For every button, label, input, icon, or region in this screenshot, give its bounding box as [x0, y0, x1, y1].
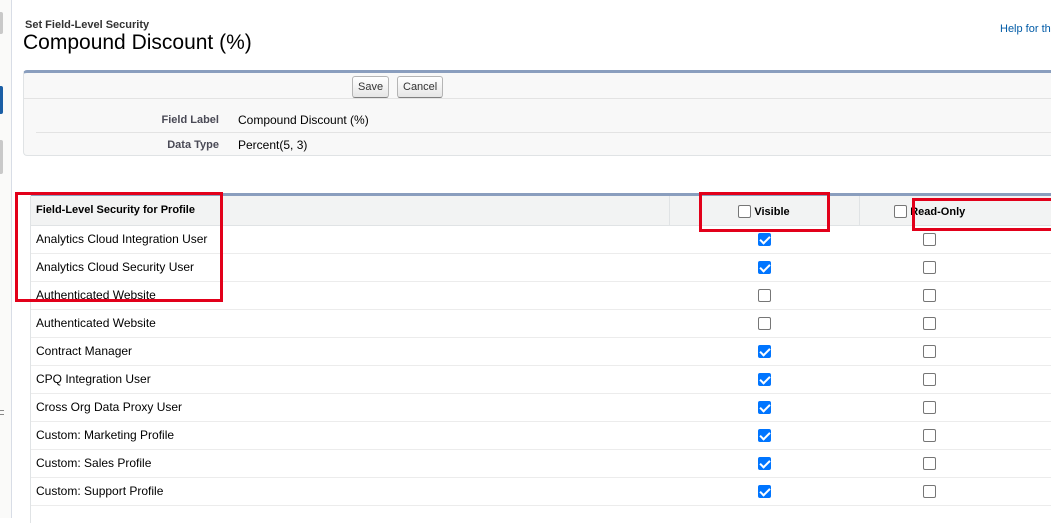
read-only-select-all-checkbox[interactable] [894, 205, 908, 219]
save-button[interactable]: Save [352, 76, 390, 98]
read-only-cell [859, 225, 1051, 254]
sidebar-tick [0, 410, 4, 411]
read-only-cell [859, 449, 1051, 478]
sidebar-tick [0, 414, 4, 415]
field-label-row: Field Label Compound Discount (%) [36, 108, 1051, 133]
field-label-key: Field Label [161, 114, 219, 126]
visible-select-all-checkbox[interactable] [738, 205, 752, 219]
read-only-cell [859, 337, 1051, 366]
help-link[interactable]: Help for thi [1000, 23, 1051, 35]
field-label-value: Compound Discount (%) [238, 113, 369, 127]
profile-name: Cross Org Data Proxy User [31, 393, 669, 422]
table-row: Custom: Sales Profile [31, 449, 1051, 478]
field-level-security-table: Field-Level Security for Profile Visible… [31, 196, 1051, 506]
profile-name: Authenticated Website [31, 281, 669, 310]
read-only-cell [859, 365, 1051, 394]
table-row: Contract Manager [31, 337, 1051, 366]
table-row: Authenticated Website [31, 309, 1051, 338]
read-only-checkbox[interactable] [923, 457, 937, 471]
visible-cell [669, 477, 859, 506]
sidebar-tab-handle[interactable] [0, 12, 3, 34]
read-only-checkbox[interactable] [923, 429, 937, 443]
visible-cell [669, 281, 859, 310]
visible-cell [669, 393, 859, 422]
visible-cell [669, 421, 859, 450]
read-only-checkbox[interactable] [923, 233, 937, 247]
field-level-security-section: Field-Level Security for Profile Visible… [30, 193, 1051, 523]
table-row: Cross Org Data Proxy User [31, 393, 1051, 422]
cancel-button[interactable]: Cancel [397, 76, 444, 98]
read-only-cell [859, 393, 1051, 422]
visible-checkbox[interactable] [757, 485, 771, 499]
read-only-column-label: Read-Only [910, 206, 966, 219]
visible-cell [669, 253, 859, 282]
page-subtitle: Set Field-Level Security [25, 19, 150, 31]
read-only-checkbox[interactable] [923, 373, 937, 387]
profile-name: Custom: Sales Profile [31, 449, 669, 478]
visible-checkbox[interactable] [757, 457, 771, 471]
table-row: Authenticated Website [31, 281, 1051, 310]
visible-checkbox[interactable] [757, 373, 771, 387]
visible-cell [669, 309, 859, 338]
table-row: Custom: Support Profile [31, 477, 1051, 506]
data-type-row: Data Type Percent(5, 3) [36, 133, 1051, 158]
read-only-cell [859, 477, 1051, 506]
read-only-cell [859, 281, 1051, 310]
visible-checkbox[interactable] [757, 317, 771, 331]
read-only-checkbox[interactable] [923, 345, 937, 359]
visible-cell [669, 337, 859, 366]
sidebar-tab-handle[interactable] [0, 140, 3, 174]
visible-checkbox[interactable] [757, 233, 771, 247]
profile-name: Analytics Cloud Integration User [31, 225, 669, 254]
profile-name: Custom: Support Profile [31, 477, 669, 506]
visible-checkbox[interactable] [757, 289, 771, 303]
table-row: Analytics Cloud Security User [31, 253, 1051, 282]
profile-name: CPQ Integration User [31, 365, 669, 394]
read-only-checkbox[interactable] [923, 485, 937, 499]
read-only-cell [859, 253, 1051, 282]
field-detail-section: Save Cancel Field Label Compound Discoun… [23, 70, 1051, 156]
visible-column-header: Visible [669, 196, 860, 226]
table-header-row: Field-Level Security for Profile Visible… [31, 196, 1051, 226]
data-type-value: Percent(5, 3) [238, 138, 308, 152]
visible-checkbox[interactable] [757, 261, 771, 275]
read-only-cell [859, 309, 1051, 338]
visible-checkbox[interactable] [757, 401, 771, 415]
read-only-checkbox[interactable] [923, 401, 937, 415]
profile-name: Contract Manager [31, 337, 669, 366]
read-only-column-header: Read-Only [859, 196, 1051, 226]
read-only-checkbox[interactable] [923, 289, 937, 303]
visible-cell [669, 449, 859, 478]
visible-cell [669, 365, 859, 394]
read-only-checkbox[interactable] [923, 261, 937, 275]
read-only-cell [859, 421, 1051, 450]
visible-cell [669, 225, 859, 254]
table-row: CPQ Integration User [31, 365, 1051, 394]
page-title: Compound Discount (%) [23, 31, 252, 54]
sidebar-tab-active[interactable] [0, 86, 3, 114]
profile-name: Analytics Cloud Security User [31, 253, 669, 282]
button-row: Save Cancel [24, 73, 1051, 99]
table-row: Analytics Cloud Integration User [31, 225, 1051, 254]
visible-column-label: Visible [754, 206, 790, 219]
profile-name: Custom: Marketing Profile [31, 421, 669, 450]
left-sidebar-rail [0, 0, 12, 518]
profile-name: Authenticated Website [31, 309, 669, 338]
visible-checkbox[interactable] [757, 345, 771, 359]
table-row: Custom: Marketing Profile [31, 421, 1051, 450]
profile-column-header: Field-Level Security for Profile [31, 196, 670, 226]
data-type-key: Data Type [167, 139, 219, 151]
read-only-checkbox[interactable] [923, 317, 937, 331]
visible-checkbox[interactable] [757, 429, 771, 443]
